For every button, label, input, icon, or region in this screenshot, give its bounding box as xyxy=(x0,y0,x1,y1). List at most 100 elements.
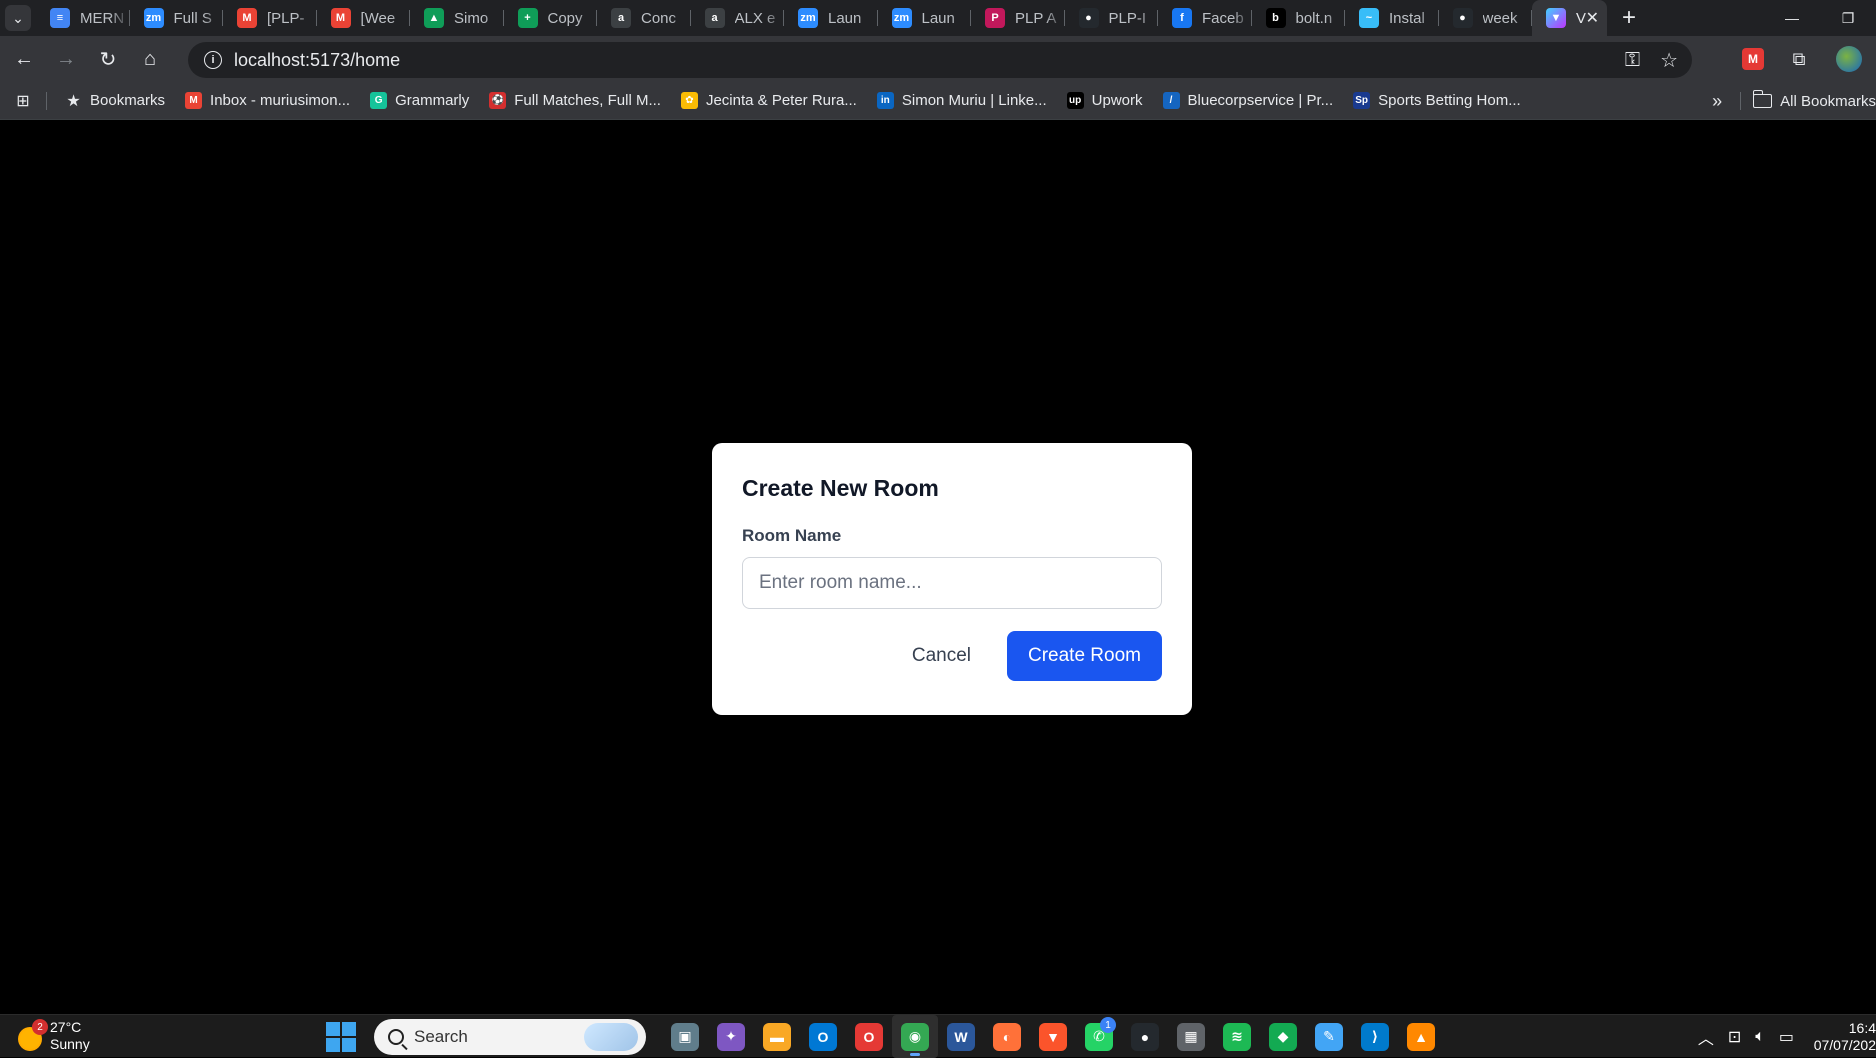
browser-tab[interactable]: P PLP A xyxy=(971,0,1065,36)
taskbar-app[interactable]: ✆ 1 xyxy=(1076,1015,1122,1058)
bookmark-item[interactable]: in Simon Muriu | Linke... xyxy=(867,86,1057,116)
browser-tab[interactable]: + Copy xyxy=(504,0,598,36)
chevron-up-icon[interactable]: ︿ xyxy=(1698,1025,1714,1049)
site-info-button[interactable]: i xyxy=(196,51,230,69)
tab-search-button[interactable]: ⌄ xyxy=(0,0,36,36)
network-icon[interactable]: ⊡ xyxy=(1728,1027,1741,1047)
profile-avatar[interactable] xyxy=(1836,46,1862,72)
windows-taskbar: 2 27°C Sunny Search ▣ ✦ ▬ O O ◉ W ◐ ▼ ✆ 1 ● ▦ ≋ ◆ ✎ ⟩ ▲ ︿… xyxy=(0,1014,1876,1058)
taskbar-app[interactable]: ▼ xyxy=(1030,1015,1076,1058)
weather-widget[interactable]: 2 27°C Sunny xyxy=(18,1019,90,1053)
close-tab-icon[interactable]: ✕ xyxy=(1586,8,1599,28)
alx-icon: a xyxy=(704,8,725,28)
bookmark-label: Upwork xyxy=(1091,92,1143,109)
create-room-dialog: Create New Room Room Name Cancel Create … xyxy=(712,443,1192,715)
search-highlight-image xyxy=(584,1022,638,1051)
bookmark-label: Inbox - muriusimon... xyxy=(210,92,351,109)
browser-tab[interactable]: b bolt.n xyxy=(1252,0,1346,36)
taskbar-app[interactable]: ⟩ xyxy=(1352,1015,1398,1058)
browser-tab[interactable]: f Faceb xyxy=(1158,0,1252,36)
taskbar-app[interactable]: ≋ xyxy=(1214,1015,1260,1058)
browser-tab[interactable]: ≡ MERN xyxy=(36,0,130,36)
tab-title: PLP-I xyxy=(1108,9,1147,27)
all-bookmarks-button[interactable]: All Bookmarks xyxy=(1752,90,1876,110)
tab-title: Conc xyxy=(641,9,677,27)
browser-tab[interactable]: ~ Instal xyxy=(1345,0,1439,36)
windows-start-icon[interactable] xyxy=(326,1021,356,1052)
extensions-puzzle-icon[interactable]: ⧉ xyxy=(1776,36,1822,82)
bookmarks-divider xyxy=(46,91,47,110)
taskbar-app[interactable]: O xyxy=(800,1015,846,1058)
taskbar-app[interactable]: ◆ xyxy=(1260,1015,1306,1058)
browser-tab[interactable]: ● week xyxy=(1439,0,1533,36)
taskbar-app[interactable]: ▬ xyxy=(754,1015,800,1058)
taskbar-search[interactable]: Search xyxy=(374,1018,646,1055)
browser-tab[interactable]: ● PLP-I xyxy=(1065,0,1159,36)
apps-grid-icon[interactable]: ⊞ xyxy=(0,91,46,111)
clock[interactable]: 16:4 07/07/202 xyxy=(1808,1020,1876,1054)
taskbar-app[interactable]: ● xyxy=(1122,1015,1168,1058)
password-key-icon[interactable]: ⚿ xyxy=(1625,49,1640,72)
bookmark-item[interactable]: M Inbox - muriusimon... xyxy=(175,86,360,116)
browser-tab[interactable]: M [Wee xyxy=(317,0,411,36)
battery-icon[interactable]: ▭ xyxy=(1779,1027,1794,1047)
bookmark-item[interactable]: up Upwork xyxy=(1057,86,1153,116)
browser-tab[interactable]: zm Full S xyxy=(130,0,224,36)
cancel-button[interactable]: Cancel xyxy=(894,633,989,679)
back-button[interactable]: ← xyxy=(6,41,42,77)
bookmark-star-icon[interactable]: ☆ xyxy=(1660,48,1678,73)
taskbar-app[interactable]: ✎ xyxy=(1306,1015,1352,1058)
forward-button[interactable]: → xyxy=(48,41,84,77)
url-text[interactable]: localhost:5173/home xyxy=(234,50,400,71)
bookmark-label: Sports Betting Hom... xyxy=(1378,92,1521,109)
create-room-button[interactable]: Create Room xyxy=(1007,631,1162,681)
browser-tab[interactable]: a Conc xyxy=(597,0,691,36)
more-bookmarks-chevron-icon[interactable]: » xyxy=(1694,91,1740,112)
browser-tab[interactable]: a ALX e xyxy=(691,0,785,36)
bookmark-item[interactable]: G Grammarly xyxy=(360,86,479,116)
info-icon: i xyxy=(204,51,222,69)
active-browser-tab[interactable]: ▼ V ✕ xyxy=(1532,0,1607,36)
linkedin-icon: in xyxy=(876,92,894,109)
browser-tab[interactable]: M [PLP- xyxy=(223,0,317,36)
volume-icon[interactable]: 🔈︎ xyxy=(1755,1028,1765,1046)
address-bar[interactable]: i localhost:5173/home ⚿ ☆ xyxy=(188,42,1692,78)
reload-button[interactable]: ↻ xyxy=(90,41,126,77)
taskbar-app[interactable]: ▣ xyxy=(662,1015,708,1058)
zoom-icon: zm xyxy=(798,8,818,28)
bookmark-item[interactable]: ✿ Jecinta & Peter Rura... xyxy=(671,86,867,116)
docs-icon: ≡ xyxy=(50,8,70,28)
task-view-icon: ▣ xyxy=(671,1022,699,1051)
taskbar-app[interactable]: O xyxy=(846,1015,892,1058)
taskbar-app[interactable]: W xyxy=(938,1015,984,1058)
extension-icon[interactable]: M xyxy=(1742,48,1764,70)
bookmark-item[interactable]: ⚽ Full Matches, Full M... xyxy=(479,86,671,116)
new-tab-button[interactable]: + xyxy=(1607,0,1651,36)
browser-tab-strip: ⌄ ≡ MERN zm Full S M [PLP- M [Wee ▲ Simo + Copy a Con… xyxy=(0,0,1876,36)
minimize-button[interactable]: — xyxy=(1764,0,1820,36)
zoom-icon: zm xyxy=(143,8,164,28)
taskbar-app[interactable]: ✦ xyxy=(708,1015,754,1058)
bookmark-item[interactable]: / Bluecorpservice | Pr... xyxy=(1153,86,1344,116)
notification-badge: 1 xyxy=(1100,1017,1116,1033)
taskbar-app[interactable]: ▲ xyxy=(1398,1015,1444,1058)
taskbar-app[interactable]: ◉ xyxy=(892,1015,938,1058)
room-name-input[interactable] xyxy=(742,557,1162,609)
browser-tab[interactable]: zm Laun xyxy=(784,0,878,36)
bookmark-item[interactable]: ★ Bookmarks xyxy=(55,86,175,116)
browser-tab[interactable]: zm Laun xyxy=(878,0,972,36)
tab-list: ≡ MERN zm Full S M [PLP- M [Wee ▲ Simo + Copy a Conc a… xyxy=(36,0,1607,36)
bookmark-item[interactable]: Sp Sports Betting Hom... xyxy=(1343,86,1531,116)
tab-title: PLP A xyxy=(1015,9,1057,27)
clock-time: 16:4 xyxy=(1848,1019,1876,1036)
restore-button[interactable]: ❐ xyxy=(1820,0,1876,36)
weather-temperature: 27°C xyxy=(50,1019,82,1035)
taskbar-app[interactable]: ◐ xyxy=(984,1015,1030,1058)
bookmark-label: Jecinta & Peter Rura... xyxy=(705,92,857,109)
home-button[interactable]: ⌂ xyxy=(132,41,168,77)
opera-icon: O xyxy=(855,1022,883,1051)
browser-tab[interactable]: ▲ Simo xyxy=(410,0,504,36)
taskbar-app[interactable]: ▦ xyxy=(1168,1015,1214,1058)
search-icon xyxy=(388,1028,404,1045)
tab-title: Copy xyxy=(547,9,583,27)
